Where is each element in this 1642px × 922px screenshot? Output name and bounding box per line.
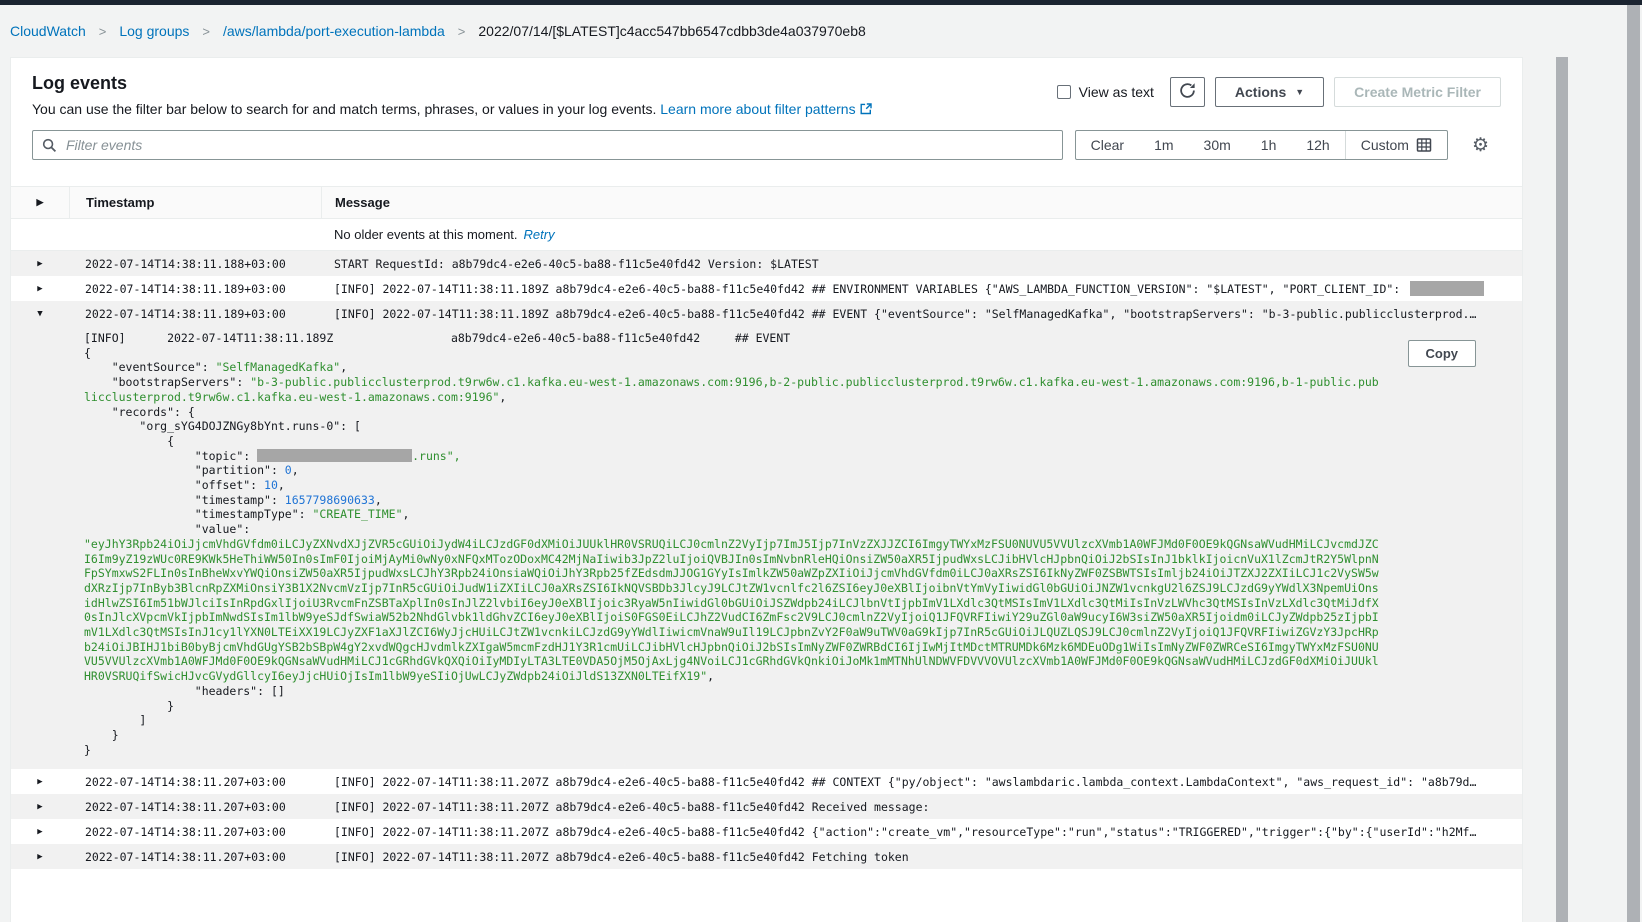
expand-arrow-icon[interactable]: ▶	[37, 259, 42, 269]
log-events-table: ▶ Timestamp Message No older events at t…	[11, 186, 1522, 869]
time-range-1h[interactable]: 1h	[1246, 131, 1292, 159]
log-row: ▶ 2022-07-14T14:38:11.207+03:00[INFO] 202…	[11, 819, 1522, 844]
create-metric-filter-button[interactable]: Create Metric Filter	[1334, 77, 1501, 107]
log-row: ▶ 2022-07-14T14:38:11.207+03:00[INFO] 202…	[11, 769, 1522, 794]
timestamp-cell: 2022-07-14T14:38:11.188+03:00	[69, 257, 321, 271]
table-header-row: ▶ Timestamp Message	[11, 186, 1522, 219]
message-cell: [INFO] 2022-07-14T11:38:11.207Z a8b79dc4…	[321, 825, 1522, 839]
breadcrumb: CloudWatch > Log groups > /aws/lambda/po…	[0, 5, 1642, 57]
message-cell: START RequestId: a8b79dc4-e2e6-40c5-ba88…	[321, 257, 1522, 271]
message-cell: [INFO] 2022-07-14T11:38:11.207Z a8b79dc4…	[321, 775, 1522, 789]
calendar-icon	[1416, 137, 1432, 153]
log-row: ▶ 2022-07-14T14:38:11.188+03:00START Requ…	[11, 251, 1522, 276]
filter-help-text: You can use the filter bar below to sear…	[32, 101, 656, 117]
log-row: ▶ 2022-07-14T14:38:11.207+03:00[INFO] 202…	[11, 844, 1522, 869]
timestamp-cell: 2022-07-14T14:38:11.189+03:00	[69, 282, 321, 296]
time-range-clear-button[interactable]: Clear	[1076, 131, 1139, 159]
no-older-events-row: No older events at this moment. Retry	[11, 219, 1522, 251]
time-range-1m[interactable]: 1m	[1139, 131, 1188, 159]
page-scrollbar[interactable]	[1627, 5, 1640, 922]
message-cell: [INFO] 2022-07-14T11:38:11.207Z a8b79dc4…	[321, 850, 1522, 864]
redacted-value	[257, 449, 412, 462]
log-row: ▼2022-07-14T14:38:11.189+03:00[INFO] 202…	[11, 301, 1522, 769]
breadcrumb-link-log-groups[interactable]: Log groups	[119, 23, 189, 39]
message-cell: [INFO] 2022-07-14T11:38:11.189Z a8b79dc4…	[321, 281, 1522, 296]
breadcrumb-separator-icon: >	[99, 24, 107, 39]
actions-button[interactable]: Actions▼	[1215, 77, 1324, 107]
time-range-custom-button[interactable]: Custom	[1346, 131, 1447, 159]
log-rows: ▶ 2022-07-14T14:38:11.188+03:00START Requ…	[11, 251, 1522, 869]
message-cell: [INFO] 2022-07-14T11:38:11.189Z a8b79dc4…	[321, 307, 1522, 321]
timestamp-cell: 2022-07-14T14:38:11.207+03:00	[69, 800, 321, 814]
log-row: ▶ 2022-07-14T14:38:11.207+03:00[INFO] 202…	[11, 794, 1522, 819]
event-json: [INFO] 2022-07-14T11:38:11.189Z a8b79dc4…	[84, 331, 1379, 757]
filter-events-input[interactable]	[64, 136, 1053, 154]
view-as-text-checkbox[interactable]	[1057, 85, 1071, 99]
learn-more-link[interactable]: Learn more about filter patterns	[660, 101, 855, 117]
expand-arrow-icon[interactable]: ▶	[37, 284, 42, 294]
gear-icon: ⚙	[1472, 135, 1489, 156]
panel-scrollbar[interactable]	[1556, 57, 1568, 922]
view-as-text-label: View as text	[1079, 84, 1154, 100]
breadcrumb-separator-icon: >	[202, 24, 210, 39]
retry-link[interactable]: Retry	[524, 227, 555, 242]
timestamp-cell: 2022-07-14T14:38:11.189+03:00	[69, 307, 321, 321]
message-cell: [INFO] 2022-07-14T11:38:11.207Z a8b79dc4…	[321, 800, 1522, 814]
refresh-icon	[1179, 82, 1196, 102]
redacted-value	[1410, 281, 1484, 296]
timestamp-cell: 2022-07-14T14:38:11.207+03:00	[69, 775, 321, 789]
column-header-message[interactable]: Message	[321, 187, 1522, 218]
collapse-arrow-icon[interactable]: ▼	[37, 309, 42, 319]
breadcrumb-current-log-stream: 2022/07/14/[$LATEST]c4acc547bb6547cdbb3d…	[478, 23, 865, 39]
refresh-button[interactable]	[1170, 77, 1205, 107]
breadcrumb-link-cloudwatch[interactable]: CloudWatch	[10, 23, 86, 39]
expand-arrow-icon: ▶	[37, 197, 44, 208]
time-range-12h[interactable]: 12h	[1291, 131, 1344, 159]
settings-gear-button[interactable]: ⚙	[1470, 134, 1491, 157]
copy-button[interactable]: Copy	[1408, 340, 1477, 367]
expand-arrow-icon[interactable]: ▶	[37, 802, 42, 812]
breadcrumb-link-log-group[interactable]: /aws/lambda/port-execution-lambda	[223, 23, 445, 39]
time-range-selector: Clear 1m 30m 1h 12h Custom	[1075, 130, 1448, 160]
log-row: ▶ 2022-07-14T14:38:11.189+03:00[INFO] 202…	[11, 276, 1522, 301]
timestamp-cell: 2022-07-14T14:38:11.207+03:00	[69, 825, 321, 839]
expanded-log-detail: Copy [INFO] 2022-07-14T11:38:11.189Z a8b7…	[11, 326, 1522, 769]
expand-arrow-icon[interactable]: ▶	[37, 852, 42, 862]
page-title: Log events	[32, 73, 872, 94]
search-icon	[42, 138, 57, 153]
time-range-30m[interactable]: 30m	[1189, 131, 1246, 159]
panel-header-text: Log events You can use the filter bar be…	[32, 73, 872, 118]
no-older-events-text: No older events at this moment.	[334, 227, 518, 242]
column-header-timestamp[interactable]: Timestamp	[69, 187, 321, 218]
timestamp-cell: 2022-07-14T14:38:11.207+03:00	[69, 850, 321, 864]
log-events-panel: Log events You can use the filter bar be…	[10, 57, 1523, 922]
breadcrumb-separator-icon: >	[458, 24, 466, 39]
expand-arrow-icon[interactable]: ▶	[37, 827, 42, 837]
expand-arrow-icon[interactable]: ▶	[37, 777, 42, 787]
chevron-down-icon: ▼	[1295, 87, 1304, 97]
filter-events-searchbox[interactable]	[32, 130, 1063, 160]
external-link-icon[interactable]	[860, 102, 872, 118]
